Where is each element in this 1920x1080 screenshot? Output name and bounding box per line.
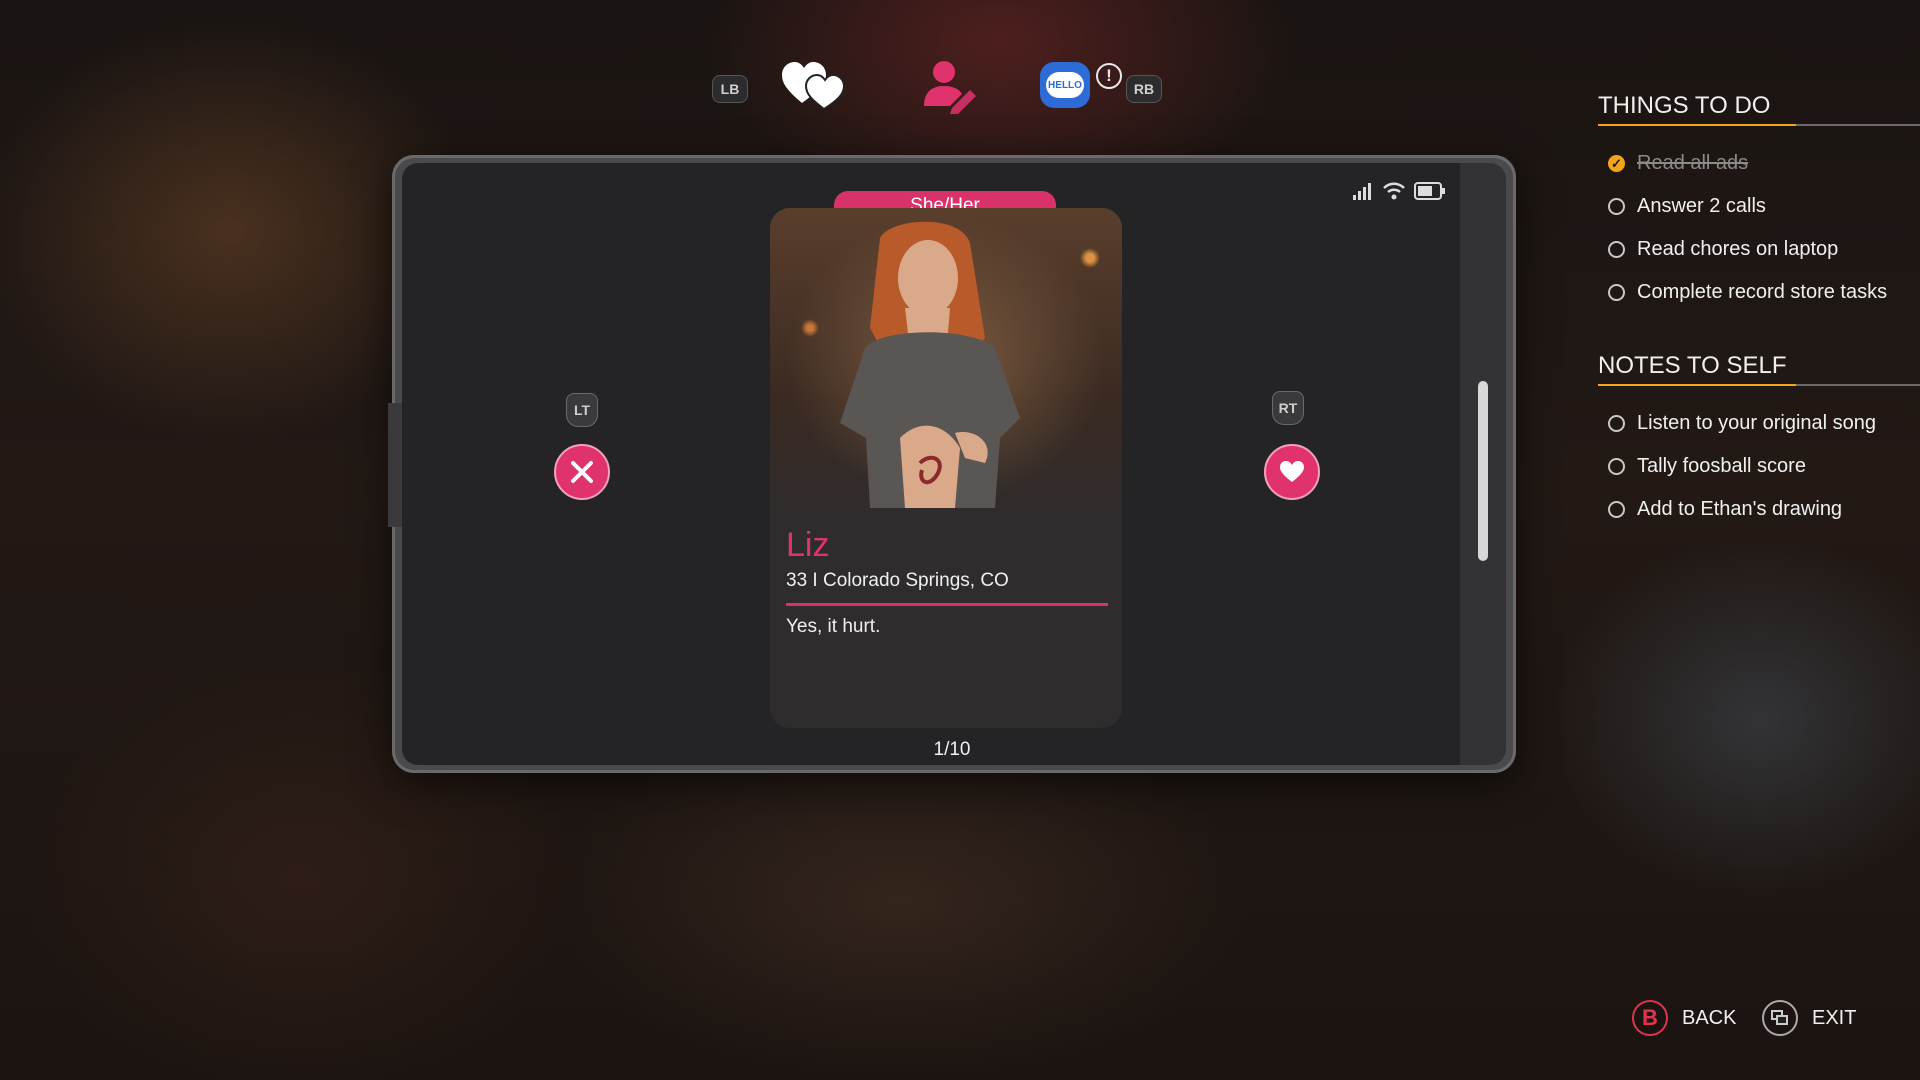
empty-circle-icon bbox=[1608, 501, 1625, 518]
view-button-icon bbox=[1762, 1000, 1798, 1036]
profile-age-location: 33 I Colorado Springs, CO bbox=[786, 570, 1009, 591]
x-icon bbox=[571, 461, 593, 483]
note-item: Listen to your original song bbox=[1598, 402, 1920, 445]
rt-button-prompt[interactable]: RT bbox=[1272, 391, 1304, 425]
exit-prompt[interactable]: EXIT bbox=[1762, 1000, 1856, 1036]
hello-label: HELLO bbox=[1046, 72, 1084, 98]
profile-bio: Yes, it hurt. bbox=[786, 616, 881, 637]
things-to-do-title: THINGS TO DO bbox=[1598, 92, 1771, 119]
empty-circle-icon bbox=[1608, 198, 1625, 215]
task-item: Complete record store tasks bbox=[1598, 271, 1920, 314]
note-label: Add to Ethan's drawing bbox=[1637, 498, 1843, 520]
tab-messages[interactable]: HELLO bbox=[1030, 55, 1100, 115]
status-bar bbox=[1352, 181, 1446, 201]
things-to-do-list: ✓ Read all ads Answer 2 calls Read chore… bbox=[1598, 142, 1920, 314]
note-label: Tally foosball score bbox=[1637, 455, 1806, 477]
things-to-do-heading: THINGS TO DO bbox=[1598, 92, 1920, 126]
rb-button-prompt[interactable]: RB bbox=[1126, 75, 1162, 103]
signal-icon bbox=[1353, 183, 1371, 200]
task-item: Answer 2 calls bbox=[1598, 185, 1920, 228]
empty-circle-icon bbox=[1608, 241, 1625, 258]
like-button[interactable] bbox=[1264, 444, 1320, 500]
empty-circle-icon bbox=[1608, 458, 1625, 475]
profile-counter: 1/10 bbox=[933, 739, 971, 760]
top-tab-bar: LB HELLO ! RB bbox=[700, 55, 1180, 125]
windows-icon bbox=[1771, 1010, 1788, 1025]
hearts-icon bbox=[782, 62, 846, 111]
profile-edit-icon bbox=[924, 61, 976, 114]
heading-rule-accent bbox=[1598, 384, 1796, 386]
task-item: Read chores on laptop bbox=[1598, 228, 1920, 271]
profile-photo bbox=[770, 208, 1122, 528]
task-label: Read all ads bbox=[1637, 152, 1749, 174]
notes-to-self-heading: NOTES TO SELF bbox=[1598, 352, 1920, 386]
profile-divider bbox=[786, 603, 1108, 606]
heart-icon bbox=[1280, 461, 1304, 482]
empty-circle-icon bbox=[1608, 284, 1625, 301]
note-item: Tally foosball score bbox=[1598, 445, 1920, 488]
exit-label: EXIT bbox=[1812, 1006, 1857, 1029]
battery-icon bbox=[1414, 182, 1445, 200]
reject-button[interactable] bbox=[554, 444, 610, 500]
lt-button-prompt[interactable]: LT bbox=[566, 393, 598, 427]
notes-to-self-title: NOTES TO SELF bbox=[1598, 352, 1787, 379]
back-prompt[interactable]: B BACK bbox=[1632, 1000, 1736, 1036]
heading-rule-accent bbox=[1598, 124, 1796, 126]
notes-to-self-list: Listen to your original song Tally foosb… bbox=[1598, 402, 1920, 531]
scrollbar-thumb[interactable] bbox=[1478, 381, 1488, 561]
alert-icon: ! bbox=[1096, 63, 1122, 89]
note-label: Listen to your original song bbox=[1637, 412, 1877, 434]
hello-chat-icon: HELLO bbox=[1040, 62, 1090, 108]
tab-profile[interactable] bbox=[915, 55, 985, 115]
objectives-panel: THINGS TO DO ✓ Read all ads Answer 2 cal… bbox=[1598, 92, 1920, 531]
empty-circle-icon bbox=[1608, 415, 1625, 432]
back-label: BACK bbox=[1682, 1006, 1737, 1029]
phone-scroll-rail bbox=[1460, 163, 1506, 765]
task-label: Read chores on laptop bbox=[1637, 238, 1839, 260]
task-label: Complete record store tasks bbox=[1637, 281, 1888, 303]
profile-card[interactable]: Liz 33 I Colorado Springs, CO Yes, it hu… bbox=[770, 208, 1122, 728]
task-label: Answer 2 calls bbox=[1637, 195, 1766, 217]
lb-button-prompt[interactable]: LB bbox=[712, 75, 748, 103]
checkmark-icon: ✓ bbox=[1608, 155, 1625, 172]
note-item: Add to Ethan's drawing bbox=[1598, 488, 1920, 531]
wifi-icon bbox=[1383, 182, 1405, 200]
profile-name: Liz bbox=[786, 526, 830, 564]
profile-photo-figure bbox=[840, 221, 1020, 508]
task-item: ✓ Read all ads bbox=[1598, 142, 1920, 185]
phone-device: She/Her Liz 33 I Colorado Springs, CO Ye… bbox=[388, 155, 1516, 773]
phone-screen: She/Her Liz 33 I Colorado Springs, CO Ye… bbox=[402, 163, 1460, 765]
b-button-icon: B bbox=[1632, 1000, 1668, 1036]
tab-matches[interactable] bbox=[780, 55, 850, 115]
